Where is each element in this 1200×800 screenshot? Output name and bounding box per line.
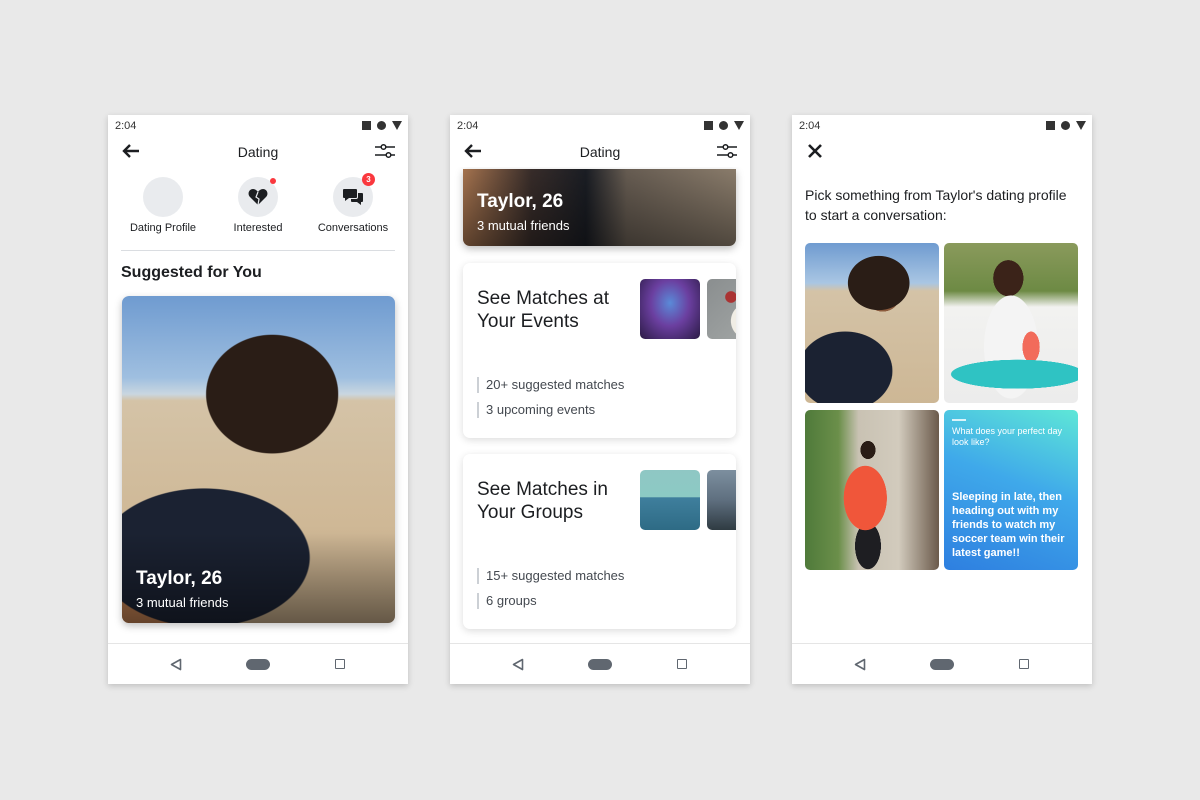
question-answer-tile[interactable]: What does your perfect day look like? Sl… (944, 410, 1078, 570)
status-bar: 2:04 (450, 115, 750, 137)
conversations-shortcut[interactable]: 3 Conversations (303, 173, 403, 234)
nav-home-icon[interactable] (930, 659, 954, 670)
wifi-icon (392, 121, 402, 130)
groups-matches-card[interactable]: See Matches in Your Groups 15+ suggested… (463, 454, 736, 629)
status-bar: 2:04 (108, 115, 408, 137)
profile-photo-tile[interactable] (805, 410, 939, 570)
system-nav-bar (108, 643, 408, 684)
event-thumbnail (640, 279, 700, 339)
app-bar (792, 137, 1092, 167)
nav-home-icon[interactable] (588, 659, 612, 670)
heart-icon (248, 189, 268, 206)
status-time: 2:04 (799, 120, 821, 132)
nav-back-icon[interactable] (854, 658, 866, 671)
profile-card[interactable]: Taylor, 26 3 mutual friends (122, 296, 395, 623)
close-icon[interactable] (806, 142, 824, 160)
shortcut-row: Dating Profile Interested 3 Conversation… (108, 173, 408, 239)
dash-decoration (952, 419, 966, 421)
profile-name: Taylor, 26 (477, 191, 564, 212)
notification-icon (1046, 121, 1055, 130)
stat-line: 20+ suggested matches (477, 377, 624, 393)
app-bar: Dating (108, 137, 408, 167)
nav-recents-icon[interactable] (335, 659, 345, 669)
page-title: Dating (237, 144, 279, 160)
mutual-friends: 3 mutual friends (477, 218, 570, 233)
signal-icon (1061, 121, 1070, 130)
wifi-icon (734, 121, 744, 130)
filter-icon[interactable] (716, 142, 738, 160)
page-title: Dating (579, 144, 621, 160)
nav-home-icon[interactable] (246, 659, 270, 670)
filter-icon[interactable] (374, 142, 396, 160)
nav-back-icon[interactable] (512, 658, 524, 671)
card-title: See Matches at Your Events (477, 288, 610, 332)
profile-card[interactable]: Taylor, 26 3 mutual friends (463, 169, 736, 246)
stat-line: 6 groups (477, 593, 624, 609)
phone-dating-home: 2:04 Dating Dating Profile Interested 3 (108, 115, 408, 684)
section-title: Suggested for You (121, 264, 262, 281)
shortcut-label: Conversations (317, 222, 389, 234)
system-nav-bar (450, 643, 750, 684)
unread-badge: 3 (362, 173, 375, 186)
stat-line: 3 upcoming events (477, 402, 624, 418)
divider (121, 250, 395, 251)
shortcut-label: Dating Profile (129, 222, 197, 234)
profile-photo-tile[interactable] (944, 243, 1078, 403)
phone-dating-matches: Taylor, 26 3 mutual friends 2:04 Dating … (450, 115, 750, 684)
stat-line: 15+ suggested matches (477, 568, 624, 584)
profile-name: Taylor, 26 (136, 568, 223, 589)
interested-shortcut[interactable]: Interested (208, 177, 308, 234)
group-thumbnail (707, 470, 736, 530)
instruction-text: Pick something from Taylor's dating prof… (805, 187, 1067, 223)
app-bar: Dating (450, 137, 750, 167)
notification-dot (270, 178, 276, 184)
notification-icon (362, 121, 371, 130)
answer-text: Sleeping in late, then heading out with … (952, 491, 1065, 559)
system-nav-bar (792, 643, 1092, 684)
signal-icon (719, 121, 728, 130)
nav-recents-icon[interactable] (677, 659, 687, 669)
nav-back-icon[interactable] (170, 658, 182, 671)
dating-profile-shortcut[interactable]: Dating Profile (113, 177, 213, 234)
status-time: 2:04 (115, 120, 137, 132)
card-title: See Matches in Your Groups (477, 479, 608, 523)
avatar (143, 177, 183, 217)
mutual-friends: 3 mutual friends (136, 595, 229, 610)
status-time: 2:04 (457, 120, 479, 132)
wifi-icon (1076, 121, 1086, 130)
event-thumbnail (707, 279, 736, 339)
status-bar: 2:04 (792, 115, 1092, 137)
profile-photo-tile[interactable] (805, 243, 939, 403)
nav-recents-icon[interactable] (1019, 659, 1029, 669)
group-thumbnail (640, 470, 700, 530)
shortcut-label: Interested (233, 222, 283, 234)
signal-icon (377, 121, 386, 130)
phone-start-conversation: 2:04 Pick something from Taylor's dating… (792, 115, 1092, 684)
chat-bubbles-icon (343, 189, 363, 205)
notification-icon (704, 121, 713, 130)
events-matches-card[interactable]: See Matches at Your Events 20+ suggested… (463, 263, 736, 438)
question-text: What does your perfect day look like? (952, 426, 1063, 447)
